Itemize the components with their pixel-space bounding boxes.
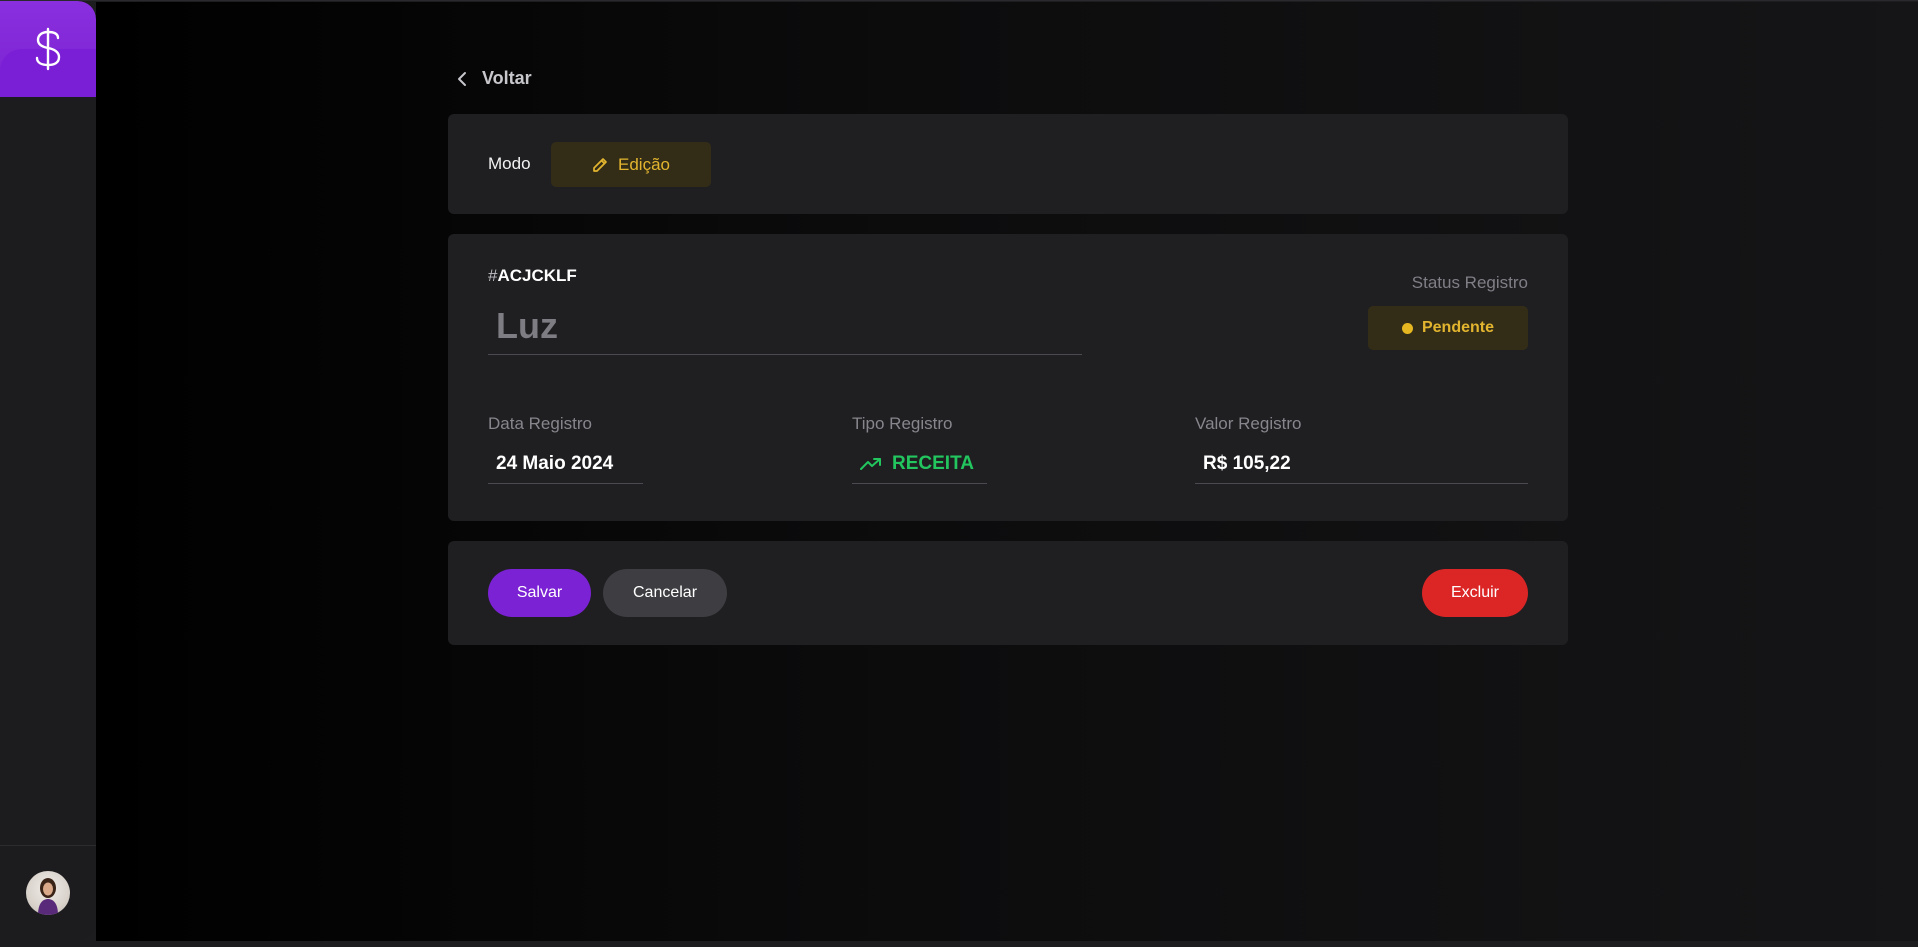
- value-input[interactable]: R$ 105,22: [1195, 444, 1528, 484]
- status-badge[interactable]: Pendente: [1368, 306, 1528, 350]
- chevron-left-icon: [458, 71, 466, 86]
- main-area: Voltar Modo Edição #ACJCKLF Luz Status R…: [96, 2, 1918, 941]
- cancel-button[interactable]: Cancelar: [603, 569, 727, 617]
- delete-button[interactable]: Excluir: [1422, 569, 1528, 617]
- type-value: RECEITA: [892, 452, 974, 474]
- value-label: Valor Registro: [1195, 414, 1302, 433]
- record-id-code: ACJCKLF: [497, 266, 577, 285]
- back-link[interactable]: Voltar: [456, 68, 532, 89]
- mode-badge-label: Edição: [618, 154, 670, 174]
- app-window: Voltar Modo Edição #ACJCKLF Luz Status R…: [0, 0, 1918, 941]
- user-avatar[interactable]: [26, 871, 70, 915]
- record-id: #ACJCKLF: [488, 266, 577, 286]
- record-card: #ACJCKLF Luz Status Registro Pendente Da…: [448, 234, 1568, 521]
- trending-up-icon: [860, 457, 881, 470]
- back-label: Voltar: [482, 68, 532, 88]
- value-amount: R$ 105,22: [1203, 452, 1291, 474]
- app-logo[interactable]: [0, 1, 96, 97]
- mode-label: Modo: [488, 154, 531, 173]
- date-field[interactable]: 24 Maio 2024: [488, 444, 643, 484]
- date-value: 24 Maio 2024: [496, 452, 614, 474]
- dollar-sign-icon: [35, 27, 61, 71]
- sidebar: [0, 1, 96, 940]
- mode-card: Modo Edição: [448, 114, 1568, 214]
- status-dot-icon: [1401, 322, 1413, 334]
- pencil-icon: [593, 157, 607, 172]
- date-label: Data Registro: [488, 414, 592, 433]
- actions-card: Salvar Cancelar Excluir: [448, 541, 1568, 645]
- type-label: Tipo Registro: [852, 414, 953, 433]
- status-label: Status Registro: [1411, 273, 1528, 292]
- record-name-input[interactable]: Luz: [488, 298, 1082, 355]
- mode-edit-badge[interactable]: Edição: [551, 142, 711, 187]
- status-value: Pendente: [1421, 319, 1494, 336]
- sidebar-footer: [0, 845, 96, 940]
- save-button[interactable]: Salvar: [488, 569, 591, 617]
- type-field[interactable]: RECEITA: [852, 444, 987, 484]
